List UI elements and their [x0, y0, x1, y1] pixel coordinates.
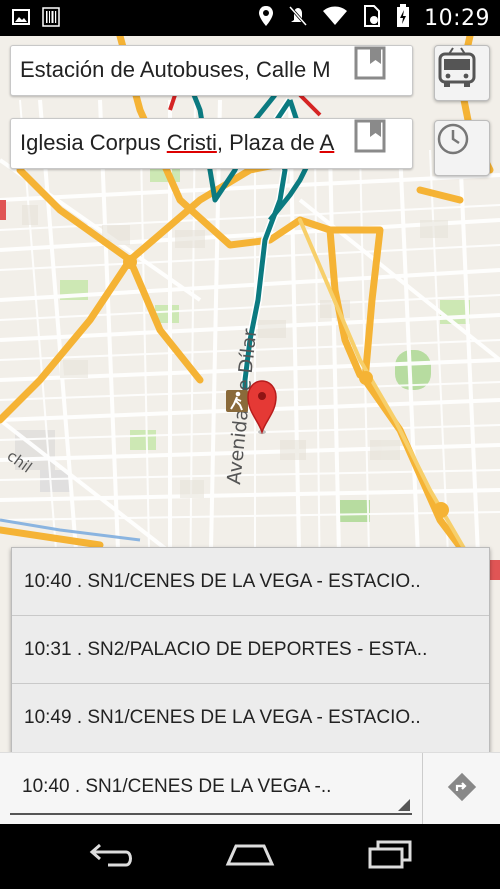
route-dropdown[interactable]: 10:40 . SN1/CENES DE LA VEGA -.. — [10, 759, 412, 815]
status-bar: 10:29 — [0, 0, 500, 36]
location-icon — [258, 5, 274, 31]
barcode-icon — [42, 7, 60, 31]
destination-suffix: , Plaza de — [216, 130, 320, 155]
bus-button[interactable] — [434, 45, 490, 101]
dropdown-triangle-icon — [398, 799, 410, 811]
destination-field[interactable]: Iglesia Corpus Cristi, Plaza de A — [10, 118, 413, 169]
home-button[interactable] — [222, 838, 278, 874]
destination-input[interactable]: Iglesia Corpus Cristi, Plaza de A — [20, 130, 334, 156]
list-item[interactable]: 10:31 . SN2/PALACIO DE DEPORTES - ESTA.. — [12, 616, 489, 684]
back-button[interactable] — [84, 838, 140, 874]
directions-button[interactable] — [422, 753, 500, 825]
time-button[interactable] — [434, 120, 490, 176]
home-icon — [224, 840, 276, 872]
destination-prefix: Iglesia Corpus — [20, 130, 167, 155]
route-selector-bar: 10:40 . SN1/CENES DE LA VEGA -.. — [0, 752, 500, 825]
wifi-icon — [322, 6, 348, 30]
route-dropdown-value: 10:40 . SN1/CENES DE LA VEGA -.. — [22, 776, 332, 797]
navigation-bar — [0, 824, 500, 889]
bookmark-icon[interactable] — [354, 119, 412, 168]
recents-icon — [366, 839, 414, 873]
battery-icon — [396, 4, 410, 32]
list-item[interactable]: 10:40 . SN1/CENES DE LA VEGA - ESTACIO.. — [12, 548, 489, 616]
origin-input[interactable]: Estación de Autobuses, Calle M — [20, 57, 331, 83]
spellcheck-word: Cristi — [166, 130, 217, 155]
bookmark-icon[interactable] — [354, 46, 412, 95]
walk-icon — [226, 390, 248, 412]
directions-icon — [447, 772, 477, 806]
list-item[interactable]: 10:49 . SN1/CENES DE LA VEGA - ESTACIO.. — [12, 684, 489, 752]
results-list: 10:40 . SN1/CENES DE LA VEGA - ESTACIO..… — [11, 547, 490, 753]
back-icon — [88, 840, 136, 872]
origin-field[interactable]: Estación de Autobuses, Calle M — [10, 45, 413, 96]
recents-button[interactable] — [362, 838, 418, 874]
image-icon — [12, 8, 30, 30]
destination-cut: A — [319, 130, 335, 155]
clock-time: 10:29 — [424, 5, 490, 31]
sim-icon — [362, 5, 382, 31]
mute-icon — [288, 5, 308, 31]
